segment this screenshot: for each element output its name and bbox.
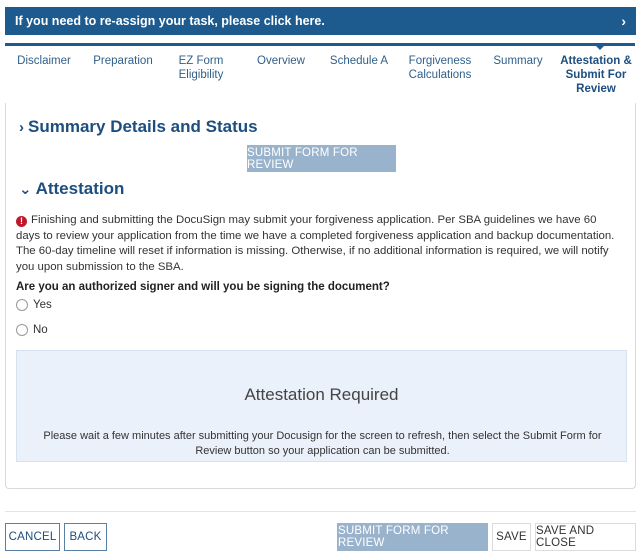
form-panel: › Summary Details and Status SUBMIT FORM… <box>5 103 636 489</box>
step-schedule-a[interactable]: Schedule A <box>327 54 391 68</box>
radio-label-yes: Yes <box>33 299 52 311</box>
back-button[interactable]: BACK <box>64 523 107 551</box>
radio-button[interactable] <box>16 324 28 336</box>
step-summary[interactable]: Summary <box>489 54 547 68</box>
radio-option-no[interactable]: No <box>16 324 48 336</box>
footer-divider <box>5 511 636 512</box>
chevron-right-icon: › <box>19 118 24 136</box>
radio-button[interactable] <box>16 299 28 311</box>
active-step-indicator <box>593 43 607 50</box>
signer-question: Are you an authorized signer and will yo… <box>16 281 390 293</box>
radio-option-yes[interactable]: Yes <box>16 299 52 311</box>
save-and-close-button[interactable]: SAVE AND CLOSE <box>535 523 636 551</box>
attestation-section-title: Attestation <box>35 179 125 198</box>
step-ez-form-eligibility[interactable]: EZ Form Eligibility <box>170 54 232 82</box>
alert-icon: ! <box>16 216 27 227</box>
chevron-down-icon: ⌄ <box>19 181 32 198</box>
chevron-right-icon: › <box>621 13 626 29</box>
step-disclaimer[interactable]: Disclaimer <box>13 54 75 68</box>
notice-text: Finishing and submitting the DocuSign ma… <box>16 214 615 273</box>
radio-label-no: No <box>33 324 48 336</box>
step-attestation-submit[interactable]: Attestation & Submit For Review <box>558 54 634 96</box>
submit-form-for-review-button[interactable]: SUBMIT FORM FOR REVIEW <box>337 523 488 551</box>
step-forgiveness-calculations[interactable]: Forgiveness Calculations <box>405 54 475 82</box>
attestation-required-text: Please wait a few minutes after submitti… <box>43 430 602 457</box>
summary-section-title: Summary Details and Status <box>28 117 258 136</box>
attestation-section-header[interactable]: ⌄ Attestation <box>19 179 124 199</box>
save-button[interactable]: SAVE <box>492 523 531 551</box>
attestation-required-title: Attestation Required <box>244 385 399 404</box>
step-overview[interactable]: Overview <box>251 54 311 68</box>
step-preparation[interactable]: Preparation <box>88 54 158 68</box>
reassign-text: If you need to re-assign your task, plea… <box>15 14 325 28</box>
wizard-steps: Disclaimer Preparation EZ Form Eligibili… <box>5 43 635 101</box>
attestation-notice: ! Finishing and submitting the DocuSign m… <box>16 213 622 275</box>
summary-section-header[interactable]: › Summary Details and Status <box>19 117 258 137</box>
submit-form-button-disabled[interactable]: SUBMIT FORM FOR REVIEW <box>247 145 396 172</box>
attestation-required-box: Attestation Required Please wait a few m… <box>16 350 627 462</box>
reassign-task-banner[interactable]: If you need to re-assign your task, plea… <box>5 7 636 35</box>
cancel-button[interactable]: CANCEL <box>5 523 60 551</box>
